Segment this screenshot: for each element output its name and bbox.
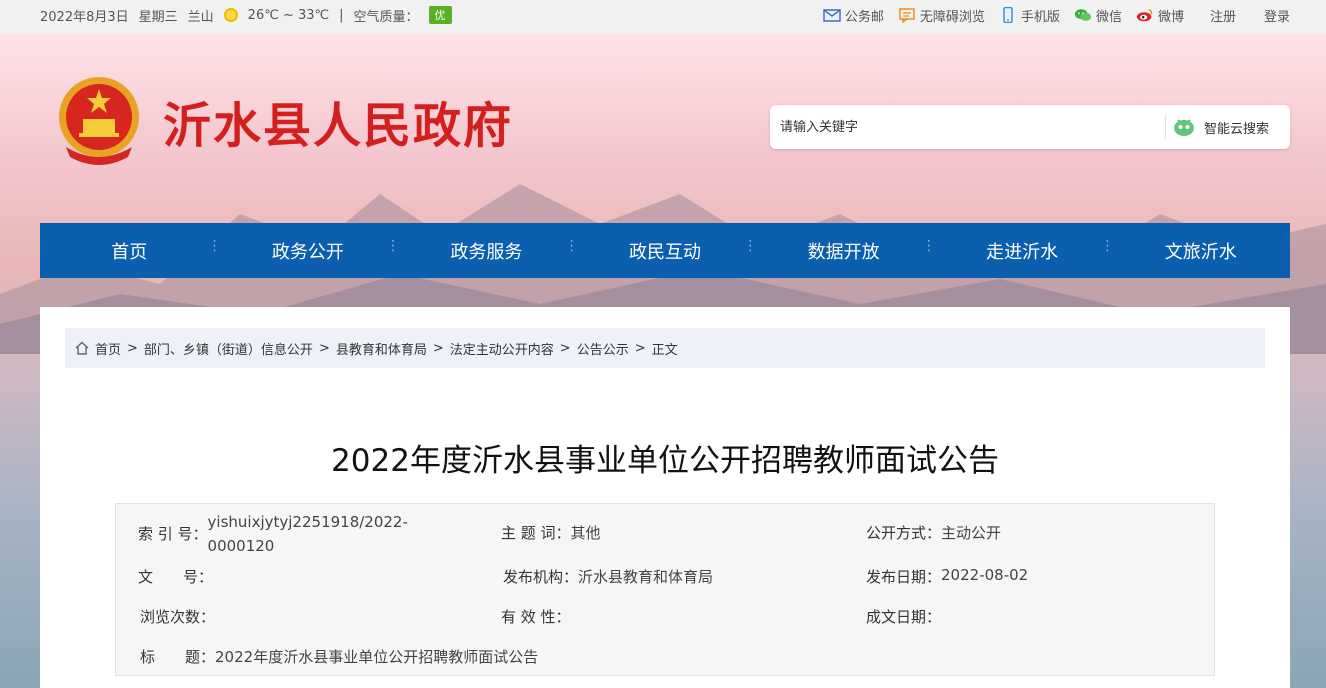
accessibility-icon (899, 8, 915, 23)
nav-item-label: 政民互动 (629, 241, 702, 263)
sun-icon (223, 8, 238, 22)
meta-validity: 有 效 性： (501, 606, 571, 627)
mail-link[interactable]: 公务邮 (823, 6, 884, 25)
wechat-link-label: 微信 (1095, 9, 1122, 25)
home-icon (75, 341, 89, 355)
main-nav: 首页 ⋮ 政务公开 ⋮ 政务服务 ⋮ 政民互动 ⋮ 数据开放 ⋮ 走进沂水 ⋮ 文旅沂水 (40, 223, 1290, 278)
meta-publisher-label: 发布机构： (503, 568, 579, 586)
nav-item-about-yishui[interactable]: 走进沂水 ⋮ (933, 238, 1114, 264)
meta-views-label: 浏览次数： (140, 608, 216, 626)
nav-item-label: 首页 (111, 241, 148, 263)
nav-item-label: 文旅沂水 (1164, 241, 1237, 263)
temperature-text: 26℃ ~ 33℃ (247, 7, 330, 23)
meta-index-label: 索 引 号： (138, 525, 208, 543)
meta-subject: 主 题 词： 其他 (501, 522, 601, 543)
wechat-link[interactable]: 微信 (1074, 6, 1122, 25)
date-text: 2022年8月3日 (40, 9, 129, 25)
meta-disclosure-label: 公开方式： (866, 524, 942, 542)
accessibility-link[interactable]: 无障碍浏览 (898, 6, 985, 25)
robot-icon (1174, 119, 1194, 136)
breadcrumb-separator: > (634, 340, 646, 356)
meta-pubdate-value: 2022-08-02 (941, 566, 1029, 584)
air-quality-badge: 优 (428, 6, 452, 24)
meta-validity-label: 有 效 性： (501, 608, 571, 626)
meta-disclosure: 公开方式： 主动公开 (866, 522, 1001, 543)
air-quality-label: 空气质量： (353, 9, 419, 25)
utility-links: 公务邮 无障碍浏览 手机版 微信 微博 注册 登录 (823, 0, 1290, 30)
mobile-link[interactable]: 手机版 (999, 6, 1060, 25)
content-panel: 首页 > 部门、乡镇（街道）信息公开 > 县教育和体育局 > 法定主动公开内容 … (40, 307, 1290, 688)
breadcrumb: 首页 > 部门、乡镇（街道）信息公开 > 县教育和体育局 > 法定主动公开内容 … (65, 328, 1265, 368)
national-emblem-icon (59, 77, 139, 165)
separator: | (339, 7, 344, 23)
meta-docno-label: 文 号： (138, 568, 214, 586)
nav-item-label: 走进沂水 (986, 241, 1059, 263)
metadata-table: 索 引 号： yishuixjytyj2251918/2022- 0000120… (115, 503, 1215, 676)
breadcrumb-separator: > (318, 340, 330, 356)
site-title: 沂水县人民政府 (163, 98, 514, 154)
mobile-icon (1003, 7, 1013, 23)
login-link[interactable]: 登录 (1264, 6, 1290, 25)
nav-item-gov-services[interactable]: 政务服务 ⋮ (397, 238, 578, 264)
breadcrumb-dept-info[interactable]: 部门、乡镇（街道）信息公开 (144, 339, 313, 358)
nav-item-gov-affairs[interactable]: 政务公开 ⋮ (219, 238, 400, 264)
nav-item-label: 政务公开 (271, 241, 344, 263)
meta-title-value: 2022年度沂水县事业单位公开招聘教师面试公告 (215, 648, 539, 666)
meta-pubdate-label: 发布日期： (866, 568, 942, 586)
breadcrumb-education-bureau[interactable]: 县教育和体育局 (336, 339, 427, 358)
breadcrumb-statutory-content[interactable]: 法定主动公开内容 (450, 339, 554, 358)
nav-item-interaction[interactable]: 政民互动 ⋮ (576, 238, 757, 264)
top-utility-bar: 2022年8月3日 星期三 兰山 26℃ ~ 33℃ | 空气质量： 优 公务邮… (0, 0, 1326, 34)
breadcrumb-separator: > (127, 340, 138, 356)
meta-index-value: yishuixjytyj2251918/2022- 0000120 (208, 510, 408, 558)
breadcrumb-separator: > (432, 340, 444, 356)
meta-pubdate: 发布日期： 2022-08-02 (866, 566, 1028, 587)
smart-search-button[interactable]: 智能云搜索 (1172, 111, 1269, 143)
smart-search-label: 智能云搜索 (1204, 121, 1270, 137)
nav-item-home[interactable]: 首页 ⋮ (40, 238, 221, 264)
meta-created-label: 成文日期： (866, 608, 942, 626)
nav-item-open-data[interactable]: 数据开放 ⋮ (754, 238, 936, 264)
meta-title: 标 题： 2022年度沂水县事业单位公开招聘教师面试公告 (140, 646, 538, 667)
meta-created: 成文日期： (866, 606, 941, 627)
weibo-link[interactable]: 微博 (1136, 6, 1184, 25)
article-title: 2022年度沂水县事业单位公开招聘教师面试公告 (331, 443, 999, 479)
date-weather: 2022年8月3日 星期三 兰山 26℃ ~ 33℃ | 空气质量： 优 (40, 0, 452, 30)
meta-subject-value: 其他 (570, 524, 601, 542)
weibo-link-label: 微博 (1157, 9, 1184, 25)
meta-docno: 文 号： (138, 566, 213, 587)
meta-disclosure-value: 主动公开 (941, 524, 1002, 542)
weekday-text: 星期三 (138, 9, 178, 25)
meta-title-label: 标 题： (140, 648, 216, 666)
location-text: 兰山 (187, 9, 214, 25)
meta-index-value-line1: yishuixjytyj2251918/2022- (207, 513, 408, 531)
meta-views: 浏览次数： (140, 606, 215, 627)
breadcrumb-separator: > (559, 340, 571, 356)
breadcrumb-announcements[interactable]: 公告公示 (577, 339, 629, 358)
search-box: 智能云搜索 (770, 105, 1290, 149)
accessibility-link-label: 无障碍浏览 (919, 9, 985, 25)
meta-index: 索 引 号： yishuixjytyj2251918/2022- 0000120 (138, 510, 468, 558)
mobile-link-label: 手机版 (1020, 9, 1060, 25)
mail-link-label: 公务邮 (844, 9, 884, 25)
meta-subject-label: 主 题 词： (501, 524, 571, 542)
breadcrumb-current: 正文 (651, 342, 678, 358)
register-link[interactable]: 注册 (1210, 6, 1236, 25)
nav-item-culture-tourism[interactable]: 文旅沂水 (1111, 238, 1290, 264)
weibo-icon (1136, 8, 1153, 22)
mail-icon (823, 9, 841, 22)
search-divider (1165, 115, 1166, 139)
search-input[interactable] (780, 115, 1160, 139)
nav-item-label: 政务服务 (450, 241, 523, 263)
wechat-icon (1074, 9, 1092, 21)
breadcrumb-home[interactable]: 首页 (95, 339, 121, 358)
meta-publisher: 发布机构： 沂水县教育和体育局 (503, 566, 713, 587)
nav-item-label: 数据开放 (807, 241, 880, 263)
meta-index-value-line2: 0000120 (207, 537, 275, 555)
meta-publisher-value: 沂水县教育和体育局 (578, 568, 714, 586)
